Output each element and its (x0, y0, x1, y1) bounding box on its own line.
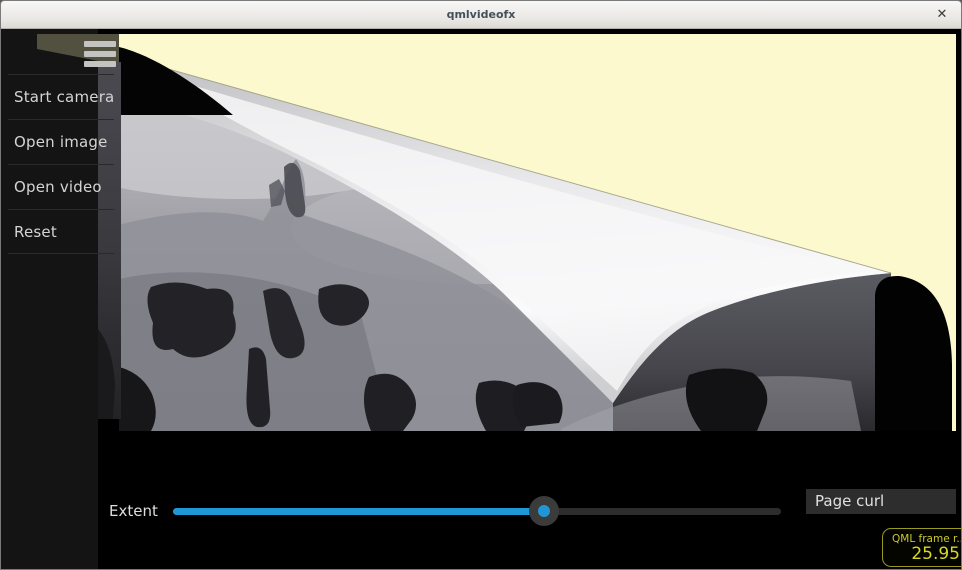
window-title: qmlvideofx (1, 1, 961, 28)
window-titlebar[interactable]: qmlvideofx ✕ (1, 1, 961, 29)
app-content: Start camera Open image Open video Reset… (1, 29, 962, 570)
hamburger-icon (84, 41, 116, 47)
slider-handle[interactable] (529, 496, 559, 526)
extent-slider[interactable] (173, 496, 781, 526)
fps-overlay: QML frame r... 25.95 (882, 528, 962, 567)
page-curl-effect-button[interactable]: Page curl (806, 489, 956, 514)
sidebar-item-start-camera[interactable]: Start camera (8, 74, 114, 119)
hamburger-menu-button[interactable] (84, 41, 116, 67)
sidebar-item-reset[interactable]: Reset (8, 209, 114, 254)
app-window: qmlvideofx ✕ (0, 0, 962, 570)
fps-value: 25.95 (883, 545, 962, 564)
close-icon[interactable]: ✕ (931, 1, 953, 28)
sidebar-item-open-video[interactable]: Open video (8, 164, 114, 209)
extent-label: Extent (109, 502, 158, 520)
sidebar-menu: Start camera Open image Open video Reset (8, 74, 114, 254)
sidebar-item-open-image[interactable]: Open image (8, 119, 114, 164)
slider-fill (173, 508, 544, 515)
